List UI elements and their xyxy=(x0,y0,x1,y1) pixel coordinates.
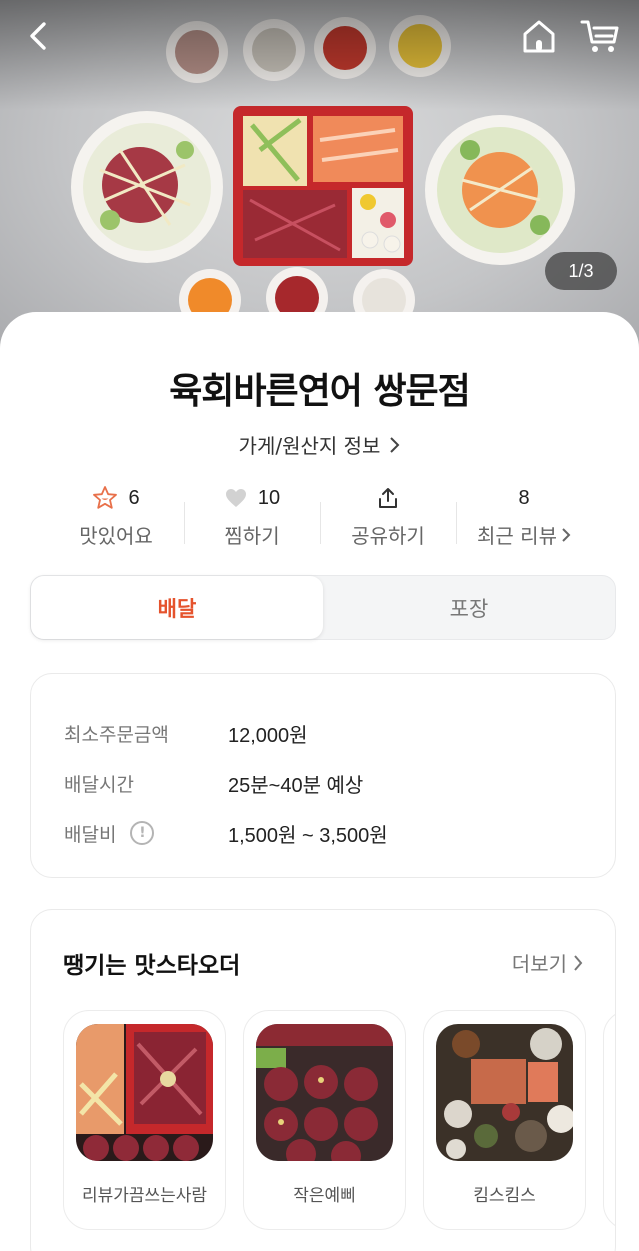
delivery-info-card: 최소주문금액 12,000원 배달시간 25분~40분 예상 배달비 ! 1,5… xyxy=(30,673,616,878)
reviewer-photo xyxy=(76,1024,213,1161)
info-icon[interactable]: ! xyxy=(130,821,155,845)
min-order-row: 최소주문금액 12,000원 xyxy=(64,708,615,758)
stat-like-value: 6 xyxy=(128,486,140,509)
reviewers-section: 땡기는 맛스타오더 더보기 리뷰가끔쓰는사람 작은예삐 킴스킴스 xyxy=(30,909,616,1251)
stat-reviews-value: 8 xyxy=(518,486,530,509)
delivery-fee-row: 배달비 ! 1,500원 ~ 3,500원 xyxy=(64,808,615,858)
reviewer-card-list: 리뷰가끔쓰는사람 작은예삐 킴스킴스 xyxy=(63,1010,615,1230)
reviewer-name: 작은예삐 xyxy=(293,1186,356,1206)
stat-reviews-label: 최근 리뷰 xyxy=(477,524,557,548)
image-pager: 1/3 xyxy=(545,252,617,290)
hero-image-carousel[interactable]: 1/3 xyxy=(0,0,639,360)
stat-reviews[interactable]: 8 최근 리뷰 xyxy=(456,482,592,552)
delivery-fee-value: 1,500원 ~ 3,500원 xyxy=(228,824,388,847)
reviewer-photo xyxy=(256,1024,393,1161)
delivery-time-row: 배달시간 25분~40분 예상 xyxy=(64,758,615,808)
more-link[interactable]: 더보기 xyxy=(512,948,583,977)
home-icon xyxy=(523,20,555,53)
stat-share[interactable]: 공유하기 xyxy=(320,482,456,552)
tab-takeout[interactable]: 포장 xyxy=(323,576,615,639)
min-order-label: 최소주문금액 xyxy=(64,723,169,746)
reviewer-photo xyxy=(436,1024,573,1161)
delivery-fee-label: 배달비 xyxy=(64,823,117,846)
delivery-time-label: 배달시간 xyxy=(64,773,134,796)
stat-like-label: 맛있어요 xyxy=(79,524,153,548)
store-name: 육회바른연어 쌍문점 xyxy=(169,371,471,412)
stat-wishlist-value: 10 xyxy=(257,486,281,509)
store-info-link[interactable]: 가게/원산지 정보 xyxy=(0,430,639,459)
home-button[interactable] xyxy=(517,14,561,58)
delivery-time-value: 25분~40분 예상 xyxy=(228,774,364,797)
chevron-right-icon xyxy=(574,954,583,971)
cart-button[interactable] xyxy=(578,14,622,58)
heart-icon xyxy=(225,489,246,507)
reviewer-name: 킴스킴스 xyxy=(473,1186,536,1206)
reviewer-card[interactable]: 작은예삐 xyxy=(243,1010,406,1230)
tab-delivery[interactable]: 배달 xyxy=(31,576,323,639)
chevron-right-icon xyxy=(390,436,400,453)
more-label: 더보기 xyxy=(511,952,567,976)
order-type-tabs: 배달 포장 xyxy=(30,575,616,640)
back-arrow-icon xyxy=(30,22,46,50)
stat-share-label: 공유하기 xyxy=(351,524,425,548)
star-face-icon xyxy=(93,486,118,509)
chevron-right-icon xyxy=(562,527,571,542)
stat-wishlist-label: 찜하기 xyxy=(224,524,280,548)
cart-icon xyxy=(580,20,619,52)
min-order-value: 12,000원 xyxy=(228,724,308,747)
store-stats: 6 맛있어요 10 찜하기 공유하기 8 최근 리뷰 xyxy=(48,482,592,552)
share-icon xyxy=(379,488,397,508)
store-info-label: 가게/원산지 정보 xyxy=(238,434,381,458)
reviewer-card[interactable]: 킴스킴스 xyxy=(423,1010,586,1230)
reviewer-card[interactable] xyxy=(603,1010,615,1230)
reviewer-card[interactable]: 리뷰가끔쓰는사람 xyxy=(63,1010,226,1230)
stat-wishlist[interactable]: 10 찜하기 xyxy=(184,482,320,552)
store-sheet: 육회바른연어 쌍문점 가게/원산지 정보 6 맛있어요 10 찜하기 공유하기 … xyxy=(0,312,639,1251)
stat-like[interactable]: 6 맛있어요 xyxy=(48,482,184,552)
reviewer-name: 리뷰가끔쓰는사람 xyxy=(81,1186,208,1206)
back-button[interactable] xyxy=(18,16,58,56)
reviewers-title: 땡기는 맛스타오더 xyxy=(63,953,241,979)
